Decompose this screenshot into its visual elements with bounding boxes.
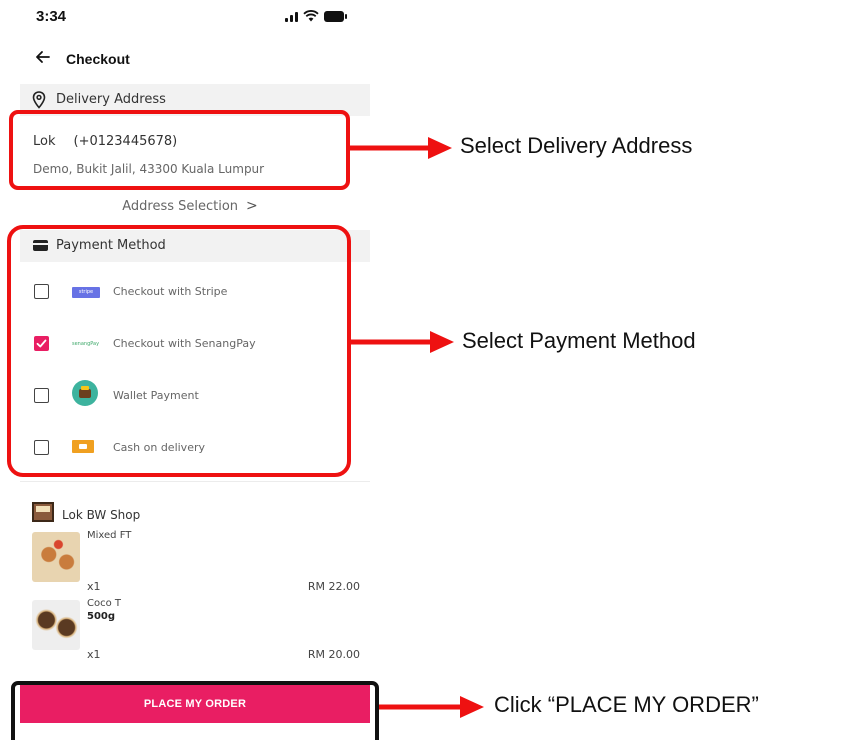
shop-name: Lok BW Shop: [62, 508, 141, 522]
product-image: [32, 600, 80, 650]
address-selection-link[interactable]: Address Selection >: [0, 198, 380, 214]
status-icons: [285, 10, 347, 22]
status-time: 3:34: [36, 8, 67, 25]
nav-bar: Checkout: [0, 44, 380, 76]
back-arrow-icon[interactable]: [32, 46, 54, 68]
address-selection-label: Address Selection: [122, 199, 239, 214]
product-name: Coco T: [87, 598, 122, 609]
cart-item: Mixed FT x1 RM 22.00: [32, 530, 362, 598]
arrow-order: [379, 696, 484, 718]
product-quantity: x1: [87, 580, 101, 593]
callout-select-payment: Select Payment Method: [462, 328, 696, 353]
signal-icon: [285, 10, 298, 22]
callout-place-order: Click “PLACE MY ORDER”: [494, 692, 759, 717]
order-highlight-box: [11, 681, 379, 740]
location-pin-icon: [32, 91, 46, 109]
delivery-address-label: Delivery Address: [56, 92, 166, 107]
address-highlight-box: [9, 110, 350, 190]
section-divider: [20, 481, 370, 482]
page-title: Checkout: [66, 51, 130, 67]
chevron-right-icon: >: [246, 198, 258, 214]
product-variant: 500g: [87, 611, 116, 622]
product-image: [32, 532, 80, 582]
product-price: RM 22.00: [307, 580, 360, 593]
battery-icon: [324, 10, 347, 22]
product-price: RM 20.00: [307, 648, 360, 661]
payment-highlight-box: [7, 225, 351, 477]
wifi-icon: [303, 10, 319, 22]
status-bar: 3:34: [0, 0, 380, 36]
product-name: Mixed FT: [87, 530, 132, 541]
callout-select-address: Select Delivery Address: [460, 133, 693, 158]
shop-icon: [32, 502, 54, 522]
cart-item: Coco T 500g x1 RM 20.00: [32, 598, 362, 666]
product-quantity: x1: [87, 648, 101, 661]
